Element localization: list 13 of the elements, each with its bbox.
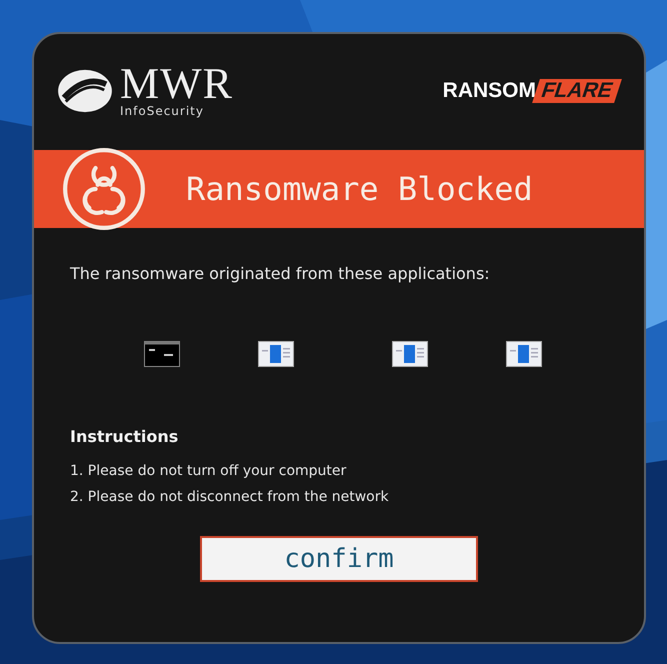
logo-name: MWR: [120, 64, 233, 104]
logo-icon: [56, 67, 114, 115]
message-text: The ransomware originated from these applications:: [70, 264, 491, 283]
instruction-text: 1. Please do not turn off your computer: [70, 462, 348, 481]
alert-title: Ransomware Blocked: [186, 170, 533, 208]
confirm-button[interactable]: confirm: [200, 536, 478, 582]
window-icon: [258, 341, 294, 367]
instruction-text: 2. Please do not disconnect from the network: [70, 488, 390, 507]
window-icon: [506, 341, 542, 367]
window-icon: [392, 341, 428, 367]
logo-subtitle: InfoSecurity: [120, 104, 205, 118]
instructions-heading: Instructions: [70, 427, 180, 446]
terminal-icon: [144, 341, 180, 367]
